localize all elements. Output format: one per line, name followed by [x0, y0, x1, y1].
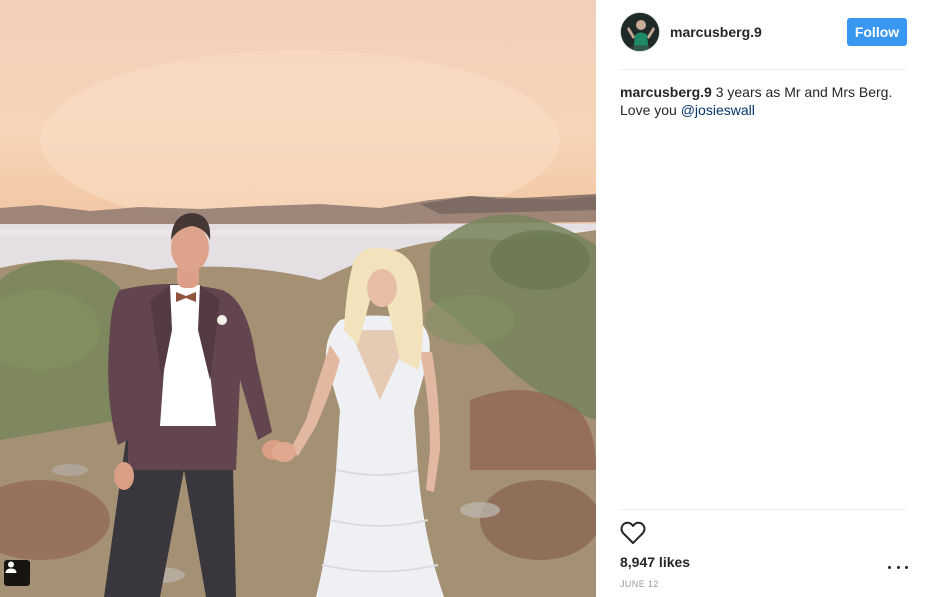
more-dot — [888, 565, 891, 569]
username[interactable]: marcusberg.9 — [670, 24, 762, 40]
caption-mention-link[interactable]: @josieswall — [681, 102, 755, 118]
user-tag-icon[interactable] — [4, 560, 30, 586]
header-divider — [620, 69, 907, 70]
post-header: marcusberg.9 Follow — [620, 12, 907, 52]
heart-icon[interactable] — [620, 521, 646, 545]
wedding-photo-illustration — [0, 0, 596, 597]
post-date[interactable]: JUNE 12 — [620, 579, 659, 589]
more-options-icon[interactable] — [888, 560, 908, 574]
post-sidebar: marcusberg.9 Follow marcusberg.9 3 years… — [596, 0, 928, 597]
follow-button[interactable]: Follow — [847, 18, 907, 46]
actions-divider — [620, 509, 907, 510]
avatar[interactable] — [620, 12, 660, 52]
caption-username[interactable]: marcusberg.9 — [620, 84, 712, 100]
more-dot — [905, 565, 908, 569]
more-dot — [896, 565, 900, 569]
likes-count[interactable]: 8,947 likes — [620, 554, 690, 570]
post-photo[interactable] — [0, 0, 596, 597]
post-caption: marcusberg.9 3 years as Mr and Mrs Berg.… — [620, 83, 907, 119]
